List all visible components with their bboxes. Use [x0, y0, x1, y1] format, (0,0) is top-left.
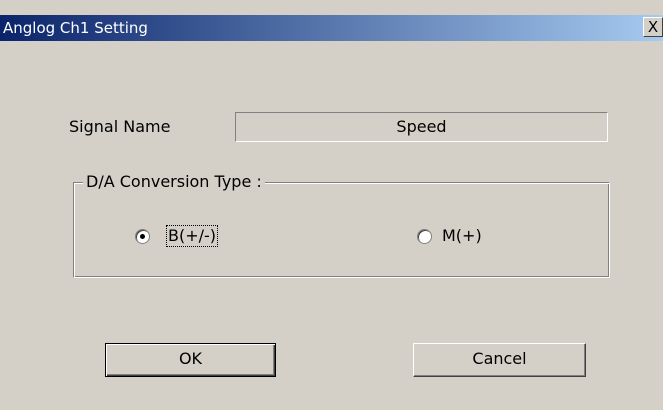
close-button[interactable]: X [643, 17, 663, 37]
radio-selected-dot [140, 234, 145, 239]
conversion-type-label: D/A Conversion Type : [83, 172, 265, 192]
radio-label-bipolar[interactable]: B(+/-) [166, 225, 219, 247]
signal-name-label: Signal Name [69, 117, 171, 136]
radio-button-bipolar[interactable] [135, 229, 150, 244]
cancel-button[interactable]: Cancel [413, 343, 586, 377]
radio-button-monopolar[interactable] [417, 229, 432, 244]
close-icon: X [647, 18, 659, 36]
window-title: Anglog Ch1 Setting [3, 19, 148, 37]
title-bar: Anglog Ch1 Setting X [0, 15, 663, 41]
signal-name-field: Speed [235, 112, 608, 142]
ok-button[interactable]: OK [105, 343, 276, 377]
conversion-type-group [73, 182, 610, 278]
dialog-window: Anglog Ch1 Setting X Signal Name Speed D… [0, 0, 663, 410]
radio-label-monopolar[interactable]: M(+) [442, 226, 482, 246]
